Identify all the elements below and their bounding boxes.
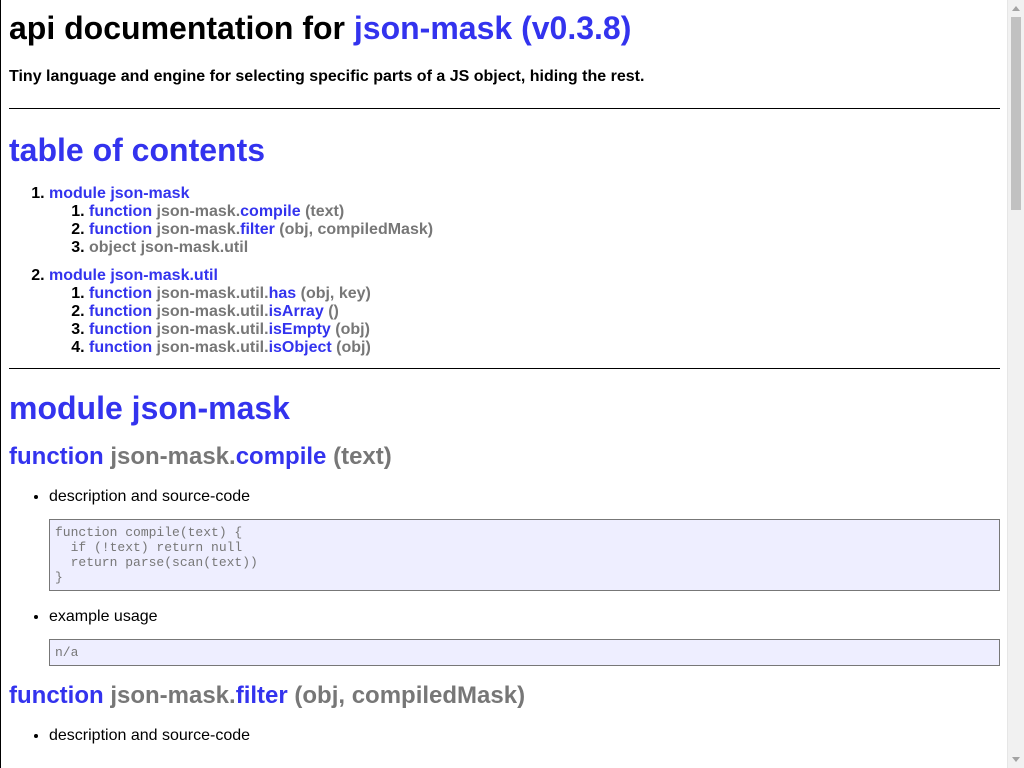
function-heading: function json-mask.compile (text) <box>9 443 392 470</box>
function-heading: function json-mask.filter (obj, compiled… <box>9 682 526 709</box>
toc-item: function json-mask.filter (obj, compiled… <box>89 221 1000 239</box>
toc-item: function json-mask.compile (text) <box>89 203 1000 221</box>
list-item: example usage n/a <box>49 591 1000 666</box>
toc-object-label: object json-mask.util <box>89 239 249 256</box>
toc-heading: table of contents <box>9 132 266 168</box>
toc-module: module json-mask function json-mask.comp… <box>49 185 1000 257</box>
toc-item: function json-mask.util.isEmpty (obj) <box>89 321 1000 339</box>
toc-item: function json-mask.util.isArray () <box>89 303 1000 321</box>
list-item: description and source-code function com… <box>49 471 1000 591</box>
doc-content: api documentation for json-mask (v0.3.8)… <box>1 9 1007 745</box>
toc-function-link[interactable]: function json-mask.util.isEmpty (obj) <box>89 321 370 338</box>
toc-function-link[interactable]: function json-mask.util.isArray () <box>89 303 339 320</box>
scroll-up-button[interactable] <box>1008 0 1024 17</box>
toc-function-link[interactable]: function json-mask.compile (text) <box>89 203 344 220</box>
toc-sublist: function json-mask.util.has (obj, key) f… <box>49 285 1000 357</box>
toc-sublist: function json-mask.compile (text) functi… <box>49 203 1000 257</box>
example-code-block: n/a <box>49 639 1000 666</box>
source-code-block: function compile(text) { if (!text) retu… <box>49 519 1000 591</box>
module-heading: module json-mask <box>9 390 290 426</box>
page-title: api documentation for json-mask (v0.3.8) <box>9 9 1000 47</box>
toc-item: function json-mask.util.isObject (obj) <box>89 339 1000 357</box>
toc-list: module json-mask function json-mask.comp… <box>9 185 1000 357</box>
toc-item: object json-mask.util <box>89 239 1000 257</box>
scroll-down-button[interactable] <box>1008 751 1024 768</box>
toc-function-link[interactable]: function json-mask.util.isObject (obj) <box>89 339 371 356</box>
function-details: description and source-code function com… <box>9 471 1000 666</box>
scrollbar-thumb[interactable] <box>1011 17 1021 210</box>
divider <box>9 368 1000 369</box>
example-label: example usage <box>49 608 158 625</box>
toc-module: module json-mask.util function json-mask… <box>49 267 1000 357</box>
function-details: description and source-code <box>9 710 1000 745</box>
title-prefix: api documentation for <box>9 10 354 46</box>
toc-module-link[interactable]: module json-mask.util <box>49 267 218 284</box>
list-item: description and source-code <box>49 710 1000 745</box>
description-label: description and source-code <box>49 488 251 505</box>
vertical-scrollbar[interactable] <box>1007 0 1024 768</box>
toc-item: function json-mask.util.has (obj, key) <box>89 285 1000 303</box>
toc-function-link[interactable]: function json-mask.util.has (obj, key) <box>89 285 371 302</box>
package-tagline: Tiny language and engine for selecting s… <box>9 68 645 85</box>
arrow-down-icon <box>1012 757 1020 762</box>
description-label: description and source-code <box>49 727 251 744</box>
arrow-up-icon <box>1012 6 1020 11</box>
package-link[interactable]: json-mask (v0.3.8) <box>354 10 631 46</box>
page-viewport: api documentation for json-mask (v0.3.8)… <box>0 0 1007 768</box>
toc-function-link[interactable]: function json-mask.filter (obj, compiled… <box>89 221 433 238</box>
toc-module-link[interactable]: module json-mask <box>49 185 189 202</box>
divider <box>9 108 1000 109</box>
